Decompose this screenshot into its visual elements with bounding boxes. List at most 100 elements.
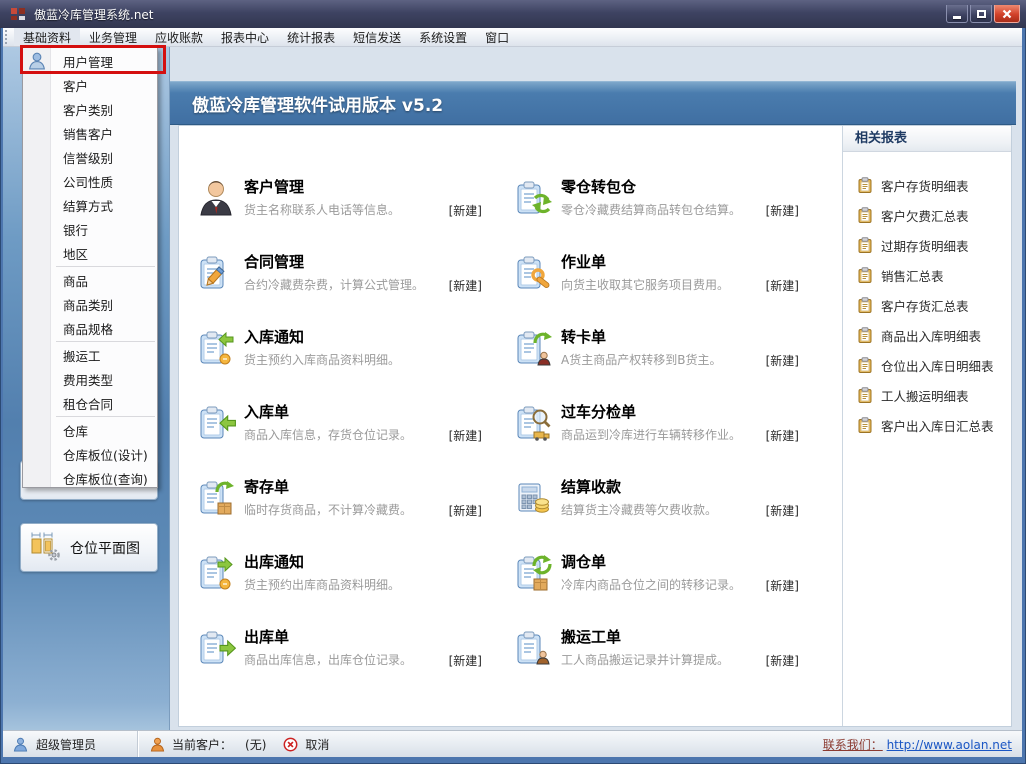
swap-icon[interactable] bbox=[513, 178, 553, 218]
transfer-card-icon[interactable] bbox=[513, 328, 553, 368]
dropdown-item-15[interactable]: 租仓合同 bbox=[23, 391, 157, 415]
feature-title[interactable]: 客户管理 bbox=[244, 178, 482, 197]
deposit-icon[interactable] bbox=[196, 478, 236, 518]
cancel-icon[interactable] bbox=[283, 737, 298, 752]
dropdown-item-5[interactable]: 信誉级别 bbox=[23, 145, 157, 169]
dropdown-item-6[interactable]: 公司性质 bbox=[23, 169, 157, 193]
cancel-button[interactable]: 取消 bbox=[305, 736, 329, 753]
report-icon bbox=[857, 267, 873, 283]
menu-item-8[interactable]: 窗口 bbox=[476, 28, 518, 46]
close-button[interactable] bbox=[994, 5, 1020, 23]
porter-icon[interactable] bbox=[513, 628, 553, 668]
new-link[interactable]: [新建] bbox=[766, 277, 799, 294]
menu-item-6[interactable]: 短信发送 bbox=[344, 28, 410, 46]
feature-desc: 商品运到冷库进行车辆转移作业。 bbox=[561, 427, 799, 443]
new-link[interactable]: [新建] bbox=[449, 502, 482, 519]
feature-body: 出库单商品出库信息，出库仓位记录。[新建] bbox=[244, 628, 482, 703]
truck-inspect-icon[interactable] bbox=[513, 403, 553, 443]
outbound-notice-icon[interactable] bbox=[196, 553, 236, 593]
menubar-grip[interactable] bbox=[5, 30, 11, 44]
dropdown-item-3[interactable]: 客户类别 bbox=[23, 97, 157, 121]
dropdown-item-7[interactable]: 结算方式 bbox=[23, 193, 157, 217]
report-link-1[interactable]: 客户存货明细表 bbox=[843, 170, 1011, 200]
warehouse-plan-button[interactable]: 仓位平面图 bbox=[20, 523, 158, 572]
dropdown-menu: 用户管理客户客户类别销售客户信誉级别公司性质结算方式银行地区商品商品类别商品规格… bbox=[22, 47, 158, 488]
maximize-button[interactable] bbox=[970, 5, 992, 23]
inbound-icon[interactable] bbox=[196, 403, 236, 443]
calculator-icon[interactable] bbox=[513, 478, 553, 518]
feature-desc: 向货主收取其它服务项目费用。 bbox=[561, 277, 799, 293]
feature-title[interactable]: 调仓单 bbox=[561, 553, 799, 572]
dropdown-item-10[interactable]: 商品 bbox=[23, 268, 157, 292]
outbound-icon[interactable] bbox=[196, 628, 236, 668]
dropdown-item-label: 商品 bbox=[63, 271, 88, 290]
report-link-6[interactable]: 商品出入库明细表 bbox=[843, 320, 1011, 350]
dropdown-item-8[interactable]: 银行 bbox=[23, 217, 157, 241]
feature-title[interactable]: 零仓转包仓 bbox=[561, 178, 799, 197]
menu-item-2[interactable]: 业务管理 bbox=[80, 28, 146, 46]
report-link-4[interactable]: 销售汇总表 bbox=[843, 260, 1011, 290]
new-link[interactable]: [新建] bbox=[766, 202, 799, 219]
feature-desc: 结算货主冷藏费等欠费收款。 bbox=[561, 502, 799, 518]
dropdown-item-9[interactable]: 地区 bbox=[23, 241, 157, 265]
user-icon bbox=[13, 737, 28, 752]
inbound-notice-icon[interactable] bbox=[196, 328, 236, 368]
dropdown-item-17[interactable]: 仓库板位(设计) bbox=[23, 442, 157, 466]
customer-icon[interactable] bbox=[196, 178, 236, 218]
dropdown-item-11[interactable]: 商品类别 bbox=[23, 292, 157, 316]
feature-title[interactable]: 入库通知 bbox=[244, 328, 482, 347]
feature-title[interactable]: 入库单 bbox=[244, 403, 482, 422]
dropdown-item-18[interactable]: 仓库板位(查询) bbox=[23, 466, 157, 490]
relocate-icon[interactable] bbox=[513, 553, 553, 593]
warehouse-plan-label: 仓位平面图 bbox=[70, 538, 140, 558]
dropdown-item-label: 地区 bbox=[63, 244, 88, 263]
contract-icon[interactable] bbox=[196, 253, 236, 293]
report-link-8[interactable]: 工人搬运明细表 bbox=[843, 380, 1011, 410]
feature-title[interactable]: 过车分检单 bbox=[561, 403, 799, 422]
feature-body: 入库单商品入库信息，存货仓位记录。[新建] bbox=[244, 403, 482, 478]
new-link[interactable]: [新建] bbox=[449, 652, 482, 669]
menu-item-1[interactable]: 基础资料 bbox=[14, 28, 80, 46]
report-link-7[interactable]: 仓位出入库日明细表 bbox=[843, 350, 1011, 380]
dropdown-item-4[interactable]: 销售客户 bbox=[23, 121, 157, 145]
dropdown-item-12[interactable]: 商品规格 bbox=[23, 316, 157, 340]
feature-title[interactable]: 作业单 bbox=[561, 253, 799, 272]
new-link[interactable]: [新建] bbox=[766, 652, 799, 669]
dropdown-item-16[interactable]: 仓库 bbox=[23, 418, 157, 442]
contact-link[interactable]: 联系我们： http://www.aolan.net bbox=[823, 736, 1022, 753]
customer-icon bbox=[150, 737, 165, 752]
report-link-2[interactable]: 客户欠费汇总表 bbox=[843, 200, 1011, 230]
report-link-5[interactable]: 客户存货汇总表 bbox=[843, 290, 1011, 320]
feature-title[interactable]: 寄存单 bbox=[244, 478, 482, 497]
dropdown-item-13[interactable]: 搬运工 bbox=[23, 343, 157, 367]
menu-item-4[interactable]: 报表中心 bbox=[212, 28, 278, 46]
new-link[interactable]: [新建] bbox=[449, 277, 482, 294]
feature-title[interactable]: 结算收款 bbox=[561, 478, 799, 497]
new-link[interactable]: [新建] bbox=[766, 502, 799, 519]
new-link[interactable]: [新建] bbox=[766, 427, 799, 444]
report-icon bbox=[857, 177, 873, 193]
wrench-icon[interactable] bbox=[513, 253, 553, 293]
dropdown-item-14[interactable]: 费用类型 bbox=[23, 367, 157, 391]
new-link[interactable]: [新建] bbox=[766, 352, 799, 369]
feature-body: 寄存单临时存货商品，不计算冷藏费。[新建] bbox=[244, 478, 482, 553]
feature-body: 作业单向货主收取其它服务项目费用。[新建] bbox=[561, 253, 799, 328]
app-icon bbox=[10, 6, 26, 22]
new-link[interactable]: [新建] bbox=[449, 427, 482, 444]
report-link-3[interactable]: 过期存货明细表 bbox=[843, 230, 1011, 260]
new-link[interactable]: [新建] bbox=[449, 202, 482, 219]
feature-title[interactable]: 搬运工单 bbox=[561, 628, 799, 647]
feature-title[interactable]: 出库单 bbox=[244, 628, 482, 647]
feature-title[interactable]: 合同管理 bbox=[244, 253, 482, 272]
dropdown-item-2[interactable]: 客户 bbox=[23, 73, 157, 97]
new-link[interactable]: [新建] bbox=[766, 577, 799, 594]
report-link-9[interactable]: 客户出入库日汇总表 bbox=[843, 410, 1011, 440]
menu-item-5[interactable]: 统计报表 bbox=[278, 28, 344, 46]
menu-item-7[interactable]: 系统设置 bbox=[410, 28, 476, 46]
feature-title[interactable]: 转卡单 bbox=[561, 328, 799, 347]
current-user-label: 超级管理员 bbox=[36, 736, 96, 753]
minimize-button[interactable] bbox=[946, 5, 968, 23]
menu-item-3[interactable]: 应收账款 bbox=[146, 28, 212, 46]
report-icon bbox=[857, 207, 873, 223]
feature-title[interactable]: 出库通知 bbox=[244, 553, 482, 572]
